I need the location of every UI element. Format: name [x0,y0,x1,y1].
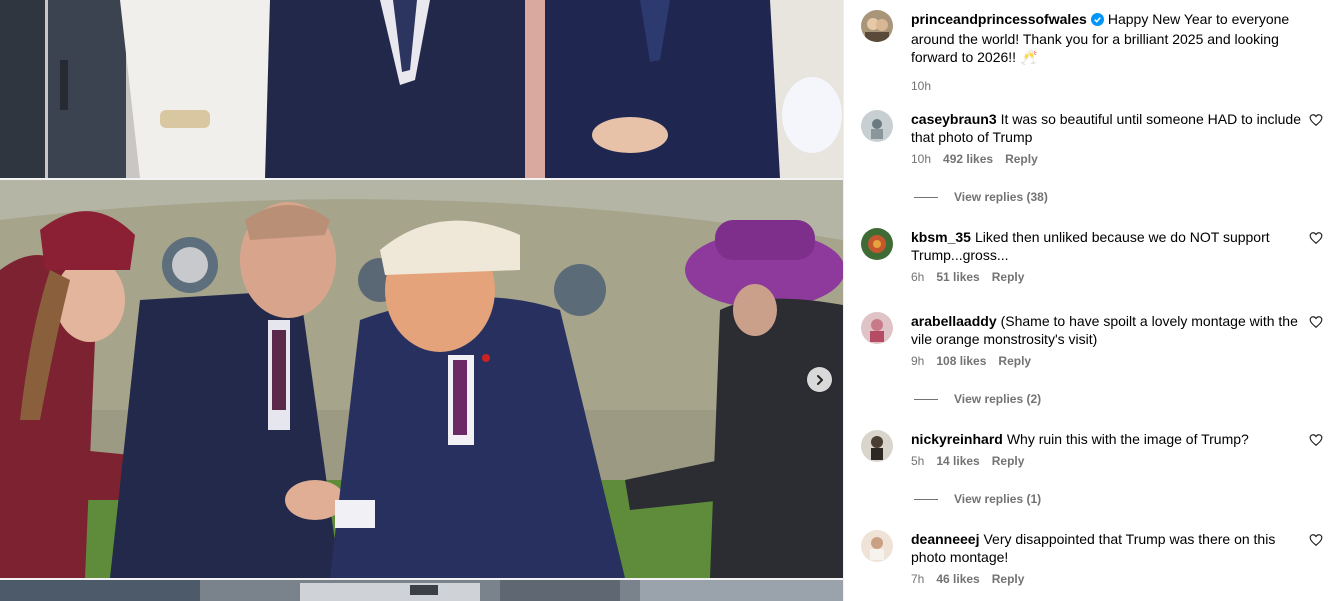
commenter-avatar[interactable] [861,530,893,562]
divider-line [914,498,938,500]
photo-bottom-image [0,580,843,601]
post-media [0,0,843,601]
commenter-username[interactable]: nickyreinhard [911,431,1003,447]
reply-button[interactable]: Reply [992,270,1025,284]
heart-icon[interactable] [1309,315,1323,329]
commenter-username[interactable]: deanneeej [911,531,979,547]
comment-timestamp: 6h [911,270,925,284]
comment-timestamp: 5h [911,454,925,468]
comment-timestamp: 7h [911,572,925,586]
author-username[interactable]: princeandprincessofwales [911,11,1087,27]
commenter-username[interactable]: kbsm_35 [911,229,971,245]
comment-likes[interactable]: 492 likes [943,152,993,166]
commenter-username[interactable]: caseybraun3 [911,111,997,127]
view-replies-label: View replies (1) [954,492,1042,506]
view-replies-label: View replies (2) [954,392,1042,406]
commenter-username[interactable]: arabellaaddy [911,313,997,329]
comment-likes[interactable]: 108 likes [936,354,986,368]
reply-button[interactable]: Reply [1005,152,1038,166]
comment-text: Why ruin this with the image of Trump? [1006,431,1249,447]
comments-panel: princeandprincessofwales Happy New Year t… [843,0,1339,601]
reply-button[interactable]: Reply [992,572,1025,586]
photo-bottom [0,580,843,601]
comment-likes[interactable]: 51 likes [936,270,979,284]
reply-button[interactable]: Reply [992,454,1025,468]
view-replies-button[interactable]: View replies (1) [914,492,1041,506]
carousel-next-button[interactable] [807,367,832,392]
verified-badge-icon [1090,12,1104,30]
divider-line [914,196,938,198]
divider-line [914,398,938,400]
heart-icon[interactable] [1309,433,1323,447]
photo-handshake-image [0,180,843,578]
caption-timestamp: 10h [911,79,932,93]
comment-likes[interactable]: 14 likes [936,454,979,468]
view-replies-label: View replies (38) [954,190,1048,204]
heart-icon[interactable] [1309,113,1323,127]
commenter-avatar[interactable] [861,312,893,344]
comment-likes[interactable]: 46 likes [936,572,979,586]
commenter-avatar[interactable] [861,430,893,462]
view-replies-button[interactable]: View replies (2) [914,392,1041,406]
reply-button[interactable]: Reply [998,354,1031,368]
heart-icon[interactable] [1309,533,1323,547]
photo-handshake [0,180,843,578]
comment-timestamp: 9h [911,354,925,368]
celebration-emoji: 🥂 [1019,49,1038,65]
commenter-avatar[interactable] [861,110,893,142]
author-avatar[interactable] [861,10,893,42]
chevron-right-icon [816,374,823,385]
view-replies-button[interactable]: View replies (38) [914,190,1048,204]
commenter-avatar[interactable] [861,228,893,260]
photo-dignitaries-group [0,0,843,178]
heart-icon[interactable] [1309,231,1323,245]
photo-top-image [0,0,843,178]
comment-timestamp: 10h [911,152,932,166]
